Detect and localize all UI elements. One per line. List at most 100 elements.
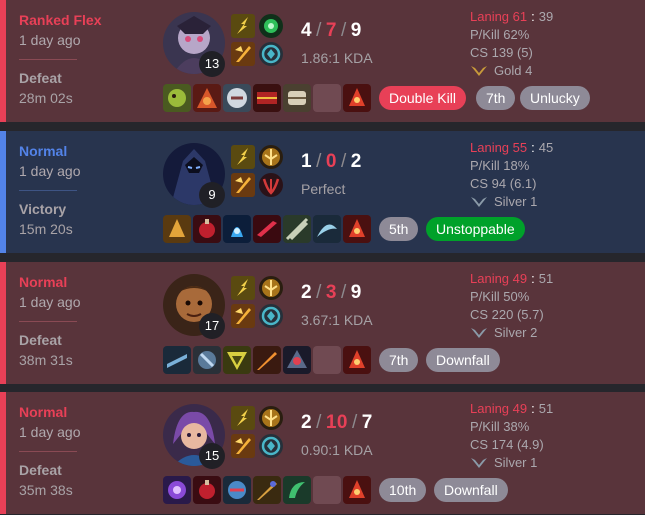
match-card[interactable]: Normal 1 day ago Victory 15m 20s 9 1/0/2… bbox=[0, 131, 645, 253]
champion-level: 13 bbox=[199, 51, 225, 77]
match-info: Normal 1 day ago Defeat 35m 38s bbox=[19, 402, 119, 500]
match-card[interactable]: Normal 1 day ago Defeat 38m 31s 17 2/3/9… bbox=[0, 262, 645, 384]
item-icon[interactable] bbox=[223, 84, 251, 112]
match-card[interactable]: Ranked Flex 1 day ago Defeat 28m 02s 13 … bbox=[0, 0, 645, 122]
item-icon[interactable] bbox=[283, 84, 311, 112]
rune-icon[interactable] bbox=[259, 434, 283, 458]
cs-count: CS 94 (6.1) bbox=[470, 176, 537, 191]
ward-trinket-icon[interactable] bbox=[343, 215, 371, 243]
flash-spell-icon[interactable] bbox=[231, 14, 255, 38]
kill-participation: P/Kill 62% bbox=[470, 27, 530, 42]
deaths: 7 bbox=[325, 20, 337, 41]
rune-icon[interactable] bbox=[259, 173, 283, 197]
flash-spell-icon[interactable] bbox=[231, 406, 255, 430]
item-icon[interactable] bbox=[193, 215, 221, 243]
item-icon[interactable] bbox=[283, 215, 311, 243]
match-result: Defeat bbox=[19, 332, 62, 348]
item-icon[interactable] bbox=[223, 476, 251, 504]
average-rank: Silver 1 bbox=[494, 455, 538, 470]
laning-opponent: 51 bbox=[538, 271, 554, 286]
ward-trinket-icon[interactable] bbox=[343, 476, 371, 504]
match-info: Ranked Flex 1 day ago Defeat 28m 02s bbox=[19, 10, 119, 108]
time-ago: 1 day ago bbox=[19, 294, 81, 310]
average-rank: Silver 1 bbox=[494, 194, 538, 209]
queue-type: Ranked Flex bbox=[19, 12, 102, 28]
tag-badge: Downfall bbox=[426, 348, 500, 372]
laning-score: Laning 61 bbox=[470, 9, 528, 24]
match-stats: Laning 61:39 P/Kill 62% CS 139 (5) Gold … bbox=[470, 9, 554, 78]
cs-count: CS 220 (5.7) bbox=[470, 307, 544, 322]
item-icon[interactable] bbox=[163, 84, 191, 112]
rune-icon[interactable] bbox=[259, 145, 283, 169]
laning-opponent: 39 bbox=[538, 9, 554, 24]
item-icon[interactable] bbox=[313, 215, 341, 243]
kills: 4 bbox=[301, 20, 313, 41]
rune-icon[interactable] bbox=[259, 42, 283, 66]
ward-trinket-icon[interactable] bbox=[343, 84, 371, 112]
deaths: 10 bbox=[325, 412, 348, 433]
match-duration: 15m 20s bbox=[19, 221, 73, 237]
placement-badge: 7th bbox=[476, 86, 516, 110]
laning-score: Laning 49 bbox=[470, 401, 528, 416]
kda-ratio: Perfect bbox=[301, 181, 346, 197]
item-icon[interactable] bbox=[223, 215, 251, 243]
rune-icon[interactable] bbox=[259, 406, 283, 430]
spell-icon[interactable] bbox=[231, 304, 255, 328]
tag-badge: Unlucky bbox=[520, 86, 590, 110]
spell-icon[interactable] bbox=[231, 434, 255, 458]
kda-ratio: 1.86:1 KDA bbox=[301, 50, 373, 66]
item-icon[interactable] bbox=[253, 84, 281, 112]
queue-type: Normal bbox=[19, 274, 68, 290]
kill-participation: P/Kill 50% bbox=[470, 289, 530, 304]
match-card[interactable]: Normal 1 day ago Defeat 35m 38s 15 2/10/… bbox=[0, 392, 645, 514]
item-icon[interactable] bbox=[253, 476, 281, 504]
match-duration: 38m 31s bbox=[19, 352, 73, 368]
divider bbox=[19, 190, 77, 191]
rune-icon[interactable] bbox=[259, 276, 283, 300]
kda-score: 2/3/9 bbox=[301, 282, 362, 303]
deaths: 3 bbox=[325, 282, 337, 303]
kills: 2 bbox=[301, 282, 313, 303]
ward-trinket-icon[interactable] bbox=[343, 346, 371, 374]
silver-emblem-icon bbox=[470, 456, 488, 470]
kda-score: 2/10/7 bbox=[301, 412, 373, 433]
gold-emblem-icon bbox=[470, 64, 488, 78]
item-icon[interactable] bbox=[163, 346, 191, 374]
item-icon[interactable] bbox=[193, 476, 221, 504]
match-stats: Laning 49:51 P/Kill 50% CS 220 (5.7) Sil… bbox=[470, 271, 554, 340]
item-icon[interactable] bbox=[193, 84, 221, 112]
kill-participation: P/Kill 18% bbox=[470, 158, 530, 173]
average-rank: Gold 4 bbox=[494, 63, 533, 78]
flash-spell-icon[interactable] bbox=[231, 276, 255, 300]
flash-spell-icon[interactable] bbox=[231, 145, 255, 169]
assists: 9 bbox=[350, 282, 362, 303]
tag-badge: Unstoppable bbox=[426, 217, 525, 241]
item-icon[interactable] bbox=[193, 346, 221, 374]
rune-icon[interactable] bbox=[259, 14, 283, 38]
item-icon[interactable] bbox=[253, 215, 281, 243]
item-icon[interactable] bbox=[163, 476, 191, 504]
time-ago: 1 day ago bbox=[19, 163, 81, 179]
item-icon[interactable] bbox=[163, 215, 191, 243]
item-icon[interactable] bbox=[223, 346, 251, 374]
empty-item-slot bbox=[313, 476, 341, 504]
queue-type: Normal bbox=[19, 143, 68, 159]
spell-icon[interactable] bbox=[231, 173, 255, 197]
item-icon[interactable] bbox=[283, 346, 311, 374]
item-icon[interactable] bbox=[253, 346, 281, 374]
item-icon[interactable] bbox=[283, 476, 311, 504]
time-ago: 1 day ago bbox=[19, 32, 81, 48]
match-result: Defeat bbox=[19, 70, 62, 86]
assists: 9 bbox=[350, 20, 362, 41]
empty-item-slot bbox=[313, 346, 341, 374]
rune-icon[interactable] bbox=[259, 304, 283, 328]
match-stats: Laning 55:45 P/Kill 18% CS 94 (6.1) Silv… bbox=[470, 140, 554, 209]
match-duration: 28m 02s bbox=[19, 90, 73, 106]
placement-badge: 10th bbox=[379, 478, 427, 502]
time-ago: 1 day ago bbox=[19, 424, 81, 440]
spell-icon[interactable] bbox=[231, 42, 255, 66]
champion-level: 15 bbox=[199, 443, 225, 469]
kda-ratio: 3.67:1 KDA bbox=[301, 312, 373, 328]
kda-score: 1/0/2 bbox=[301, 151, 362, 172]
queue-type: Normal bbox=[19, 404, 68, 420]
